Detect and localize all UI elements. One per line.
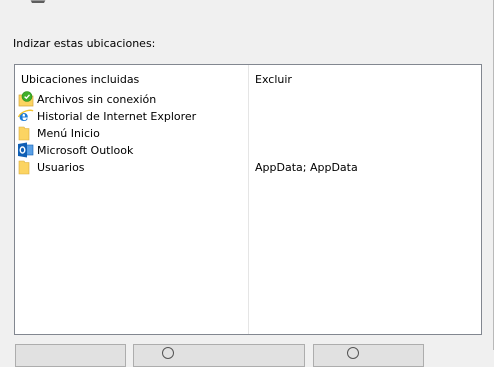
column-header-exclude[interactable]: Excluir (255, 73, 292, 86)
modify-button[interactable] (15, 344, 126, 367)
location-exclude: AppData; AppData (255, 161, 358, 174)
folder-icon (18, 160, 30, 175)
column-header-included-locations[interactable]: Ubicaciones incluidas (21, 73, 139, 86)
location-name: Usuarios (37, 161, 85, 174)
indexed-locations-list[interactable]: Ubicaciones incluidas Excluir Archivos s… (14, 64, 482, 335)
shield-icon (162, 347, 174, 359)
location-name: Historial de Internet Explorer (37, 110, 197, 123)
pause-button[interactable] (313, 344, 424, 367)
list-item[interactable]: Archivos sin conexión (18, 91, 478, 108)
advanced-button[interactable] (133, 344, 305, 367)
list-item[interactable]: Microsoft Outlook (18, 142, 478, 159)
outlook-icon (18, 142, 34, 158)
shield-icon (347, 347, 359, 359)
location-name: Microsoft Outlook (37, 144, 134, 157)
list-item[interactable]: e Historial de Internet Explorer (18, 108, 478, 125)
index-locations-label: Indizar estas ubicaciones: (13, 37, 156, 50)
offline-files-icon (18, 91, 34, 107)
list-item[interactable]: Menú Inicio (18, 125, 478, 142)
indexing-options-icon (30, 0, 46, 3)
location-name: Archivos sin conexión (37, 93, 157, 106)
list-item[interactable]: Usuarios AppData; AppData (18, 159, 478, 176)
folder-icon (18, 126, 30, 141)
internet-explorer-icon: e (18, 108, 34, 124)
location-name: Menú Inicio (37, 127, 100, 140)
